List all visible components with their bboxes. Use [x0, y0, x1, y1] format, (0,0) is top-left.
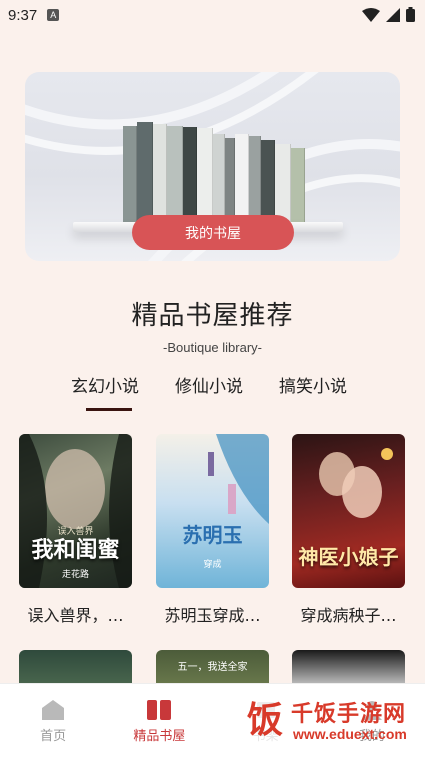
cover-title: 苏明玉	[182, 523, 243, 547]
cover-title: 神医小娘子	[298, 545, 399, 569]
tab-xiuxian[interactable]: 修仙小说	[175, 372, 243, 397]
nav-label: 首页	[40, 729, 67, 744]
section-subtitle: -Boutique library-	[163, 340, 262, 355]
tab-xuanhuan[interactable]: 玄幻小说	[71, 372, 139, 397]
cover-tag: 穿成	[203, 560, 222, 570]
site-watermark: 饭 千饭手游网 www.eduext.com	[235, 690, 420, 750]
book-cover: 误入兽界 我和闺蜜 走花路	[19, 434, 132, 588]
book-cover: 神医小娘子	[292, 434, 405, 588]
battery-icon	[406, 7, 415, 22]
tab-gaoxiao[interactable]: 搞笑小说	[279, 372, 347, 397]
active-tab-indicator	[86, 408, 132, 411]
watermark-logo: 饭	[239, 694, 291, 746]
book-stack-illustration	[123, 122, 305, 222]
notification-icon: A	[47, 9, 60, 21]
my-bookshelf-button[interactable]: 我的书屋	[132, 215, 294, 250]
cover-subtitle: 走花路	[61, 570, 89, 580]
cover-title: 我和闺蜜	[31, 538, 120, 563]
nav-boutique[interactable]: 精品书屋	[106, 684, 212, 757]
watermark-brand: 千饭手游网	[291, 702, 407, 727]
wifi-icon	[362, 7, 380, 22]
book-card[interactable]: 神医小娘子 穿成病秧子…	[292, 434, 405, 626]
status-bar: 9:37 A	[0, 0, 425, 30]
book-card[interactable]: 误入兽界 我和闺蜜 走花路 误入兽界，…	[19, 434, 132, 626]
book-cover: 苏明玉 穿成	[156, 434, 269, 588]
book-title: 苏明玉穿成…	[164, 606, 261, 625]
watermark-url: www.eduext.com	[293, 726, 407, 742]
section-title: 精品书屋推荐	[131, 301, 294, 331]
status-icons	[362, 7, 415, 22]
nav-label: 精品书屋	[133, 729, 186, 744]
cover-text: 五一，我送全家	[177, 662, 248, 673]
book-title: 穿成病秧子…	[300, 606, 397, 625]
category-tabs: 玄幻小说 修仙小说 搞笑小说	[0, 372, 425, 412]
nav-home[interactable]: 首页	[0, 684, 106, 757]
signal-icon	[386, 7, 400, 22]
book-icon	[147, 700, 172, 720]
watermark-logo-char: 饭	[247, 700, 283, 741]
book-title: 误入兽界，…	[27, 606, 124, 625]
book-card[interactable]: 苏明玉 穿成 苏明玉穿成…	[156, 434, 269, 626]
status-time: 9:37	[8, 6, 38, 24]
home-icon	[42, 700, 65, 720]
